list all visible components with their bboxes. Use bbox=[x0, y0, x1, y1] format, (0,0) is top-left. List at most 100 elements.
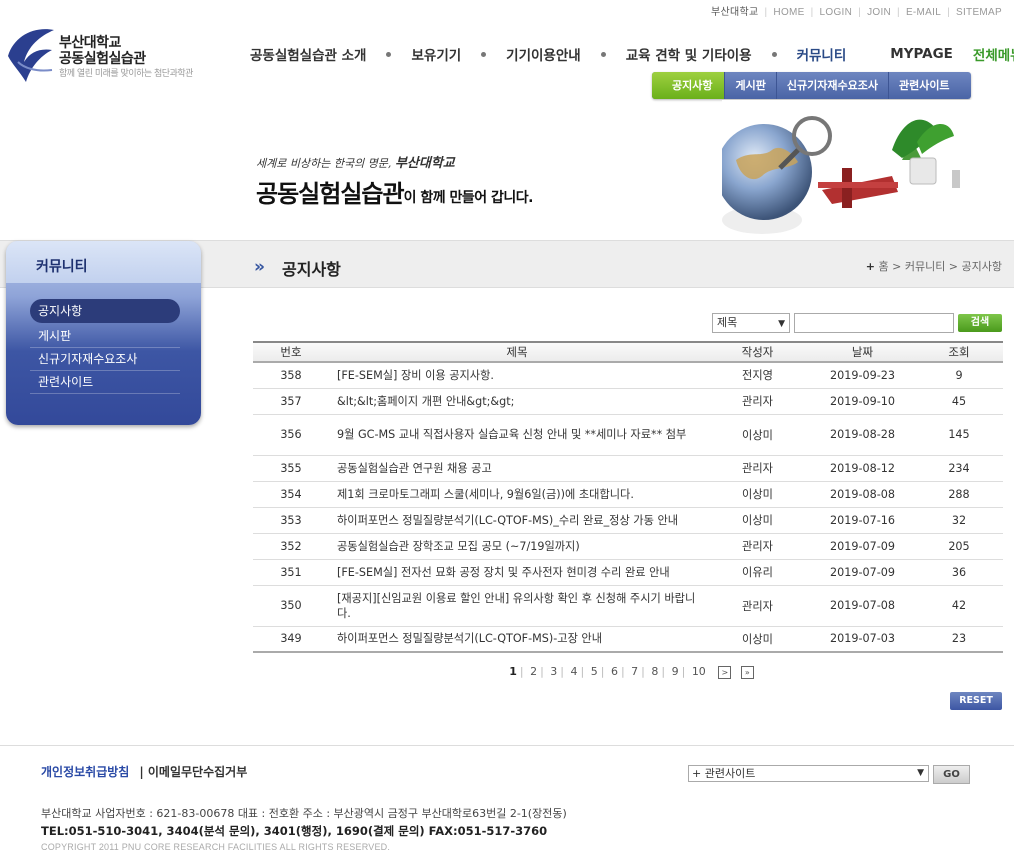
nav-item-all-menu[interactable]: 전체메뉴 bbox=[973, 44, 1014, 64]
hero-visual: 세계로 비상하는 한국의 명문, 부산대학교 공동실험실습관이 함께 만들어 갑… bbox=[0, 100, 1014, 240]
page-link-2[interactable]: 2 bbox=[530, 665, 537, 678]
cell-title-link[interactable]: [FE-SEM실] 전자선 묘화 공정 장치 및 주사전자 현미경 수리 완료 … bbox=[329, 559, 705, 586]
search-field-select[interactable]: 제목 ▼ bbox=[712, 313, 790, 333]
cell-title-link[interactable]: &lt;&lt;홈페이지 개편 안내&gt;&gt; bbox=[329, 388, 705, 415]
subnav-item-board[interactable]: 게시판 bbox=[725, 72, 777, 99]
go-button[interactable]: GO bbox=[933, 765, 970, 784]
cell-no: 349 bbox=[253, 626, 329, 653]
util-sitemap-link[interactable]: SITEMAP bbox=[956, 7, 1002, 18]
cell-title-link[interactable]: 공동실험실습관 장학조교 모집 공모 (~7/19일까지) bbox=[329, 533, 705, 560]
left-menu-item-notice[interactable]: 공지사항 bbox=[30, 299, 180, 323]
util-email-link[interactable]: E-MAIL bbox=[906, 7, 941, 18]
nav-item-mypage[interactable]: MYPAGE bbox=[890, 46, 953, 62]
nav-item-education[interactable]: 교육 견학 및 기타이용 bbox=[626, 44, 752, 64]
table-row: 352 공동실험실습관 장학조교 모집 공모 (~7/19일까지) 관리자 20… bbox=[253, 533, 1003, 560]
nav-item-about[interactable]: 공동실험실습관 소개 bbox=[250, 44, 366, 64]
nav-item-usage-guide[interactable]: 기기이용안내 bbox=[506, 44, 581, 64]
cell-title-link[interactable]: [FE-SEM실] 장비 이용 공지사항. bbox=[329, 362, 705, 389]
page-title: 공지사항 bbox=[282, 260, 341, 279]
cell-author: 관리자 bbox=[705, 455, 810, 482]
page-link-9[interactable]: 9 bbox=[672, 665, 679, 678]
site-logo[interactable]: 부산대학교 공동실험실습관 함께 열린 미래를 맞이하는 첨단과학관 bbox=[4, 22, 200, 88]
cell-author: 관리자 bbox=[705, 533, 810, 560]
search-button[interactable]: 검색 bbox=[958, 314, 1002, 332]
left-menu-title: 커뮤니티 bbox=[36, 259, 88, 275]
util-home-link[interactable]: HOME bbox=[773, 7, 804, 18]
cell-no: 350 bbox=[253, 585, 329, 627]
cell-views: 234 bbox=[915, 455, 1003, 482]
page-link-10[interactable]: 10 bbox=[692, 665, 706, 678]
subnav-item-related-sites[interactable]: 관련사이트 bbox=[889, 72, 960, 99]
nav-separator-dot bbox=[386, 51, 392, 57]
page-link-6[interactable]: 6 bbox=[611, 665, 618, 678]
cell-no: 356 bbox=[253, 414, 329, 456]
subnav-item-notice[interactable]: 공지사항 bbox=[652, 72, 726, 99]
table-row: 358 [FE-SEM실] 장비 이용 공지사항. 전지영 2019-09-23… bbox=[253, 362, 1003, 389]
cell-author: 전지영 bbox=[705, 362, 810, 389]
cell-date: 2019-08-08 bbox=[810, 481, 915, 508]
left-menu-item-survey[interactable]: 신규기자재수요조사 bbox=[30, 348, 180, 371]
main-nav: 공동실험실습관 소개 보유기기 기기이용안내 교육 견학 및 기타이용 커뮤니티… bbox=[250, 44, 1014, 64]
next-page-icon[interactable]: > bbox=[718, 665, 732, 679]
cell-author: 이유리 bbox=[705, 559, 810, 586]
cell-title-link[interactable]: 제1회 크로마토그래피 스쿨(세미나, 9월6일(금))에 초대합니다. bbox=[329, 481, 705, 508]
nav-separator-dot bbox=[600, 51, 606, 57]
related-sites-select[interactable]: + 관련사이트 ▼ bbox=[688, 765, 929, 782]
cell-date: 2019-07-09 bbox=[810, 559, 915, 586]
cell-title-link[interactable]: [재공지][신임교원 이용료 할인 안내] 유의사항 확인 후 신청해 주시기 … bbox=[329, 585, 705, 627]
page-link-3[interactable]: 3 bbox=[550, 665, 557, 678]
reset-button[interactable]: RESET bbox=[950, 692, 1002, 710]
chevron-down-icon: ▼ bbox=[917, 768, 924, 778]
cell-author: 관리자 bbox=[705, 388, 810, 415]
slogan-small: 세계로 비상하는 한국의 명문, 부산대학교 bbox=[256, 156, 455, 171]
cell-title-link[interactable]: 9월 GC-MS 교내 직접사용자 실습교육 신청 안내 및 **세미나 자료*… bbox=[329, 414, 705, 456]
cell-no: 357 bbox=[253, 388, 329, 415]
cell-title-link[interactable]: 하이퍼포먼스 정밀질량분석기(LC-QTOF-MS)-고장 안내 bbox=[329, 626, 705, 653]
cell-date: 2019-08-28 bbox=[810, 414, 915, 456]
cell-date: 2019-07-03 bbox=[810, 626, 915, 653]
util-university-link[interactable]: 부산대학교 bbox=[711, 7, 759, 18]
logo-emblem-icon bbox=[8, 29, 54, 83]
page-link-5[interactable]: 5 bbox=[591, 665, 598, 678]
cell-views: 23 bbox=[915, 626, 1003, 653]
table-row: 357 &lt;&lt;홈페이지 개편 안내&gt;&gt; 관리자 2019-… bbox=[253, 388, 1003, 415]
left-menu: 커뮤니티 공지사항 게시판 신규기자재수요조사 관련사이트 bbox=[6, 241, 201, 425]
search-input[interactable] bbox=[794, 313, 954, 333]
pagination: 1 | 2 | 3 | 4 | 5 | 6 | 7 | 8 | 9 | 10 > » bbox=[0, 665, 1014, 679]
table-row: 351 [FE-SEM실] 전자선 묘화 공정 장치 및 주사전자 현미경 수리… bbox=[253, 559, 1003, 586]
cell-date: 2019-07-16 bbox=[810, 507, 915, 534]
cell-author: 이상미 bbox=[705, 507, 810, 534]
slogan-big: 공동실험실습관이 함께 만들어 갑니다. bbox=[256, 180, 533, 208]
page-link-4[interactable]: 4 bbox=[571, 665, 578, 678]
email-refuse-link[interactable]: | 이메일무단수집거부 bbox=[139, 765, 247, 779]
cell-title-link[interactable]: 하이퍼포먼스 정밀질량분석기(LC-QTOF-MS)_수리 완료_정상 가동 안… bbox=[329, 507, 705, 534]
cell-views: 145 bbox=[915, 414, 1003, 456]
cell-views: 32 bbox=[915, 507, 1003, 534]
nav-item-community[interactable]: 커뮤니티 bbox=[797, 44, 847, 64]
cell-views: 45 bbox=[915, 388, 1003, 415]
cell-no: 353 bbox=[253, 507, 329, 534]
globe-illustration bbox=[722, 100, 1002, 240]
page-link-1[interactable]: 1 bbox=[509, 665, 517, 678]
subnav-item-survey[interactable]: 신규기자재수요조사 bbox=[777, 72, 889, 99]
table-row: 354 제1회 크로마토그래피 스쿨(세미나, 9월6일(금))에 초대합니다.… bbox=[253, 481, 1003, 508]
col-header-no: 번호 bbox=[253, 341, 329, 363]
util-join-link[interactable]: JOIN bbox=[867, 7, 891, 18]
page-link-7[interactable]: 7 bbox=[631, 665, 638, 678]
table-row: 353 하이퍼포먼스 정밀질량분석기(LC-QTOF-MS)_수리 완료_정상 … bbox=[253, 507, 1003, 534]
cell-title-link[interactable]: 공동실험실습관 연구원 채용 공고 bbox=[329, 455, 705, 482]
util-login-link[interactable]: LOGIN bbox=[820, 7, 853, 18]
privacy-policy-link[interactable]: 개인정보취급방침 bbox=[41, 765, 129, 779]
double-chevron-icon: » bbox=[254, 257, 265, 277]
cell-date: 2019-07-08 bbox=[810, 585, 915, 627]
cell-no: 351 bbox=[253, 559, 329, 586]
cell-no: 352 bbox=[253, 533, 329, 560]
chevron-down-icon: ▼ bbox=[778, 319, 785, 329]
logo-line2: 공동실험실습관 bbox=[59, 51, 146, 67]
nav-item-equipment[interactable]: 보유기기 bbox=[411, 44, 461, 64]
cell-no: 355 bbox=[253, 455, 329, 482]
last-page-icon[interactable]: » bbox=[740, 665, 754, 679]
left-menu-item-related-sites[interactable]: 관련사이트 bbox=[30, 371, 180, 394]
left-menu-item-board[interactable]: 게시판 bbox=[30, 325, 180, 348]
page-link-8[interactable]: 8 bbox=[651, 665, 658, 678]
